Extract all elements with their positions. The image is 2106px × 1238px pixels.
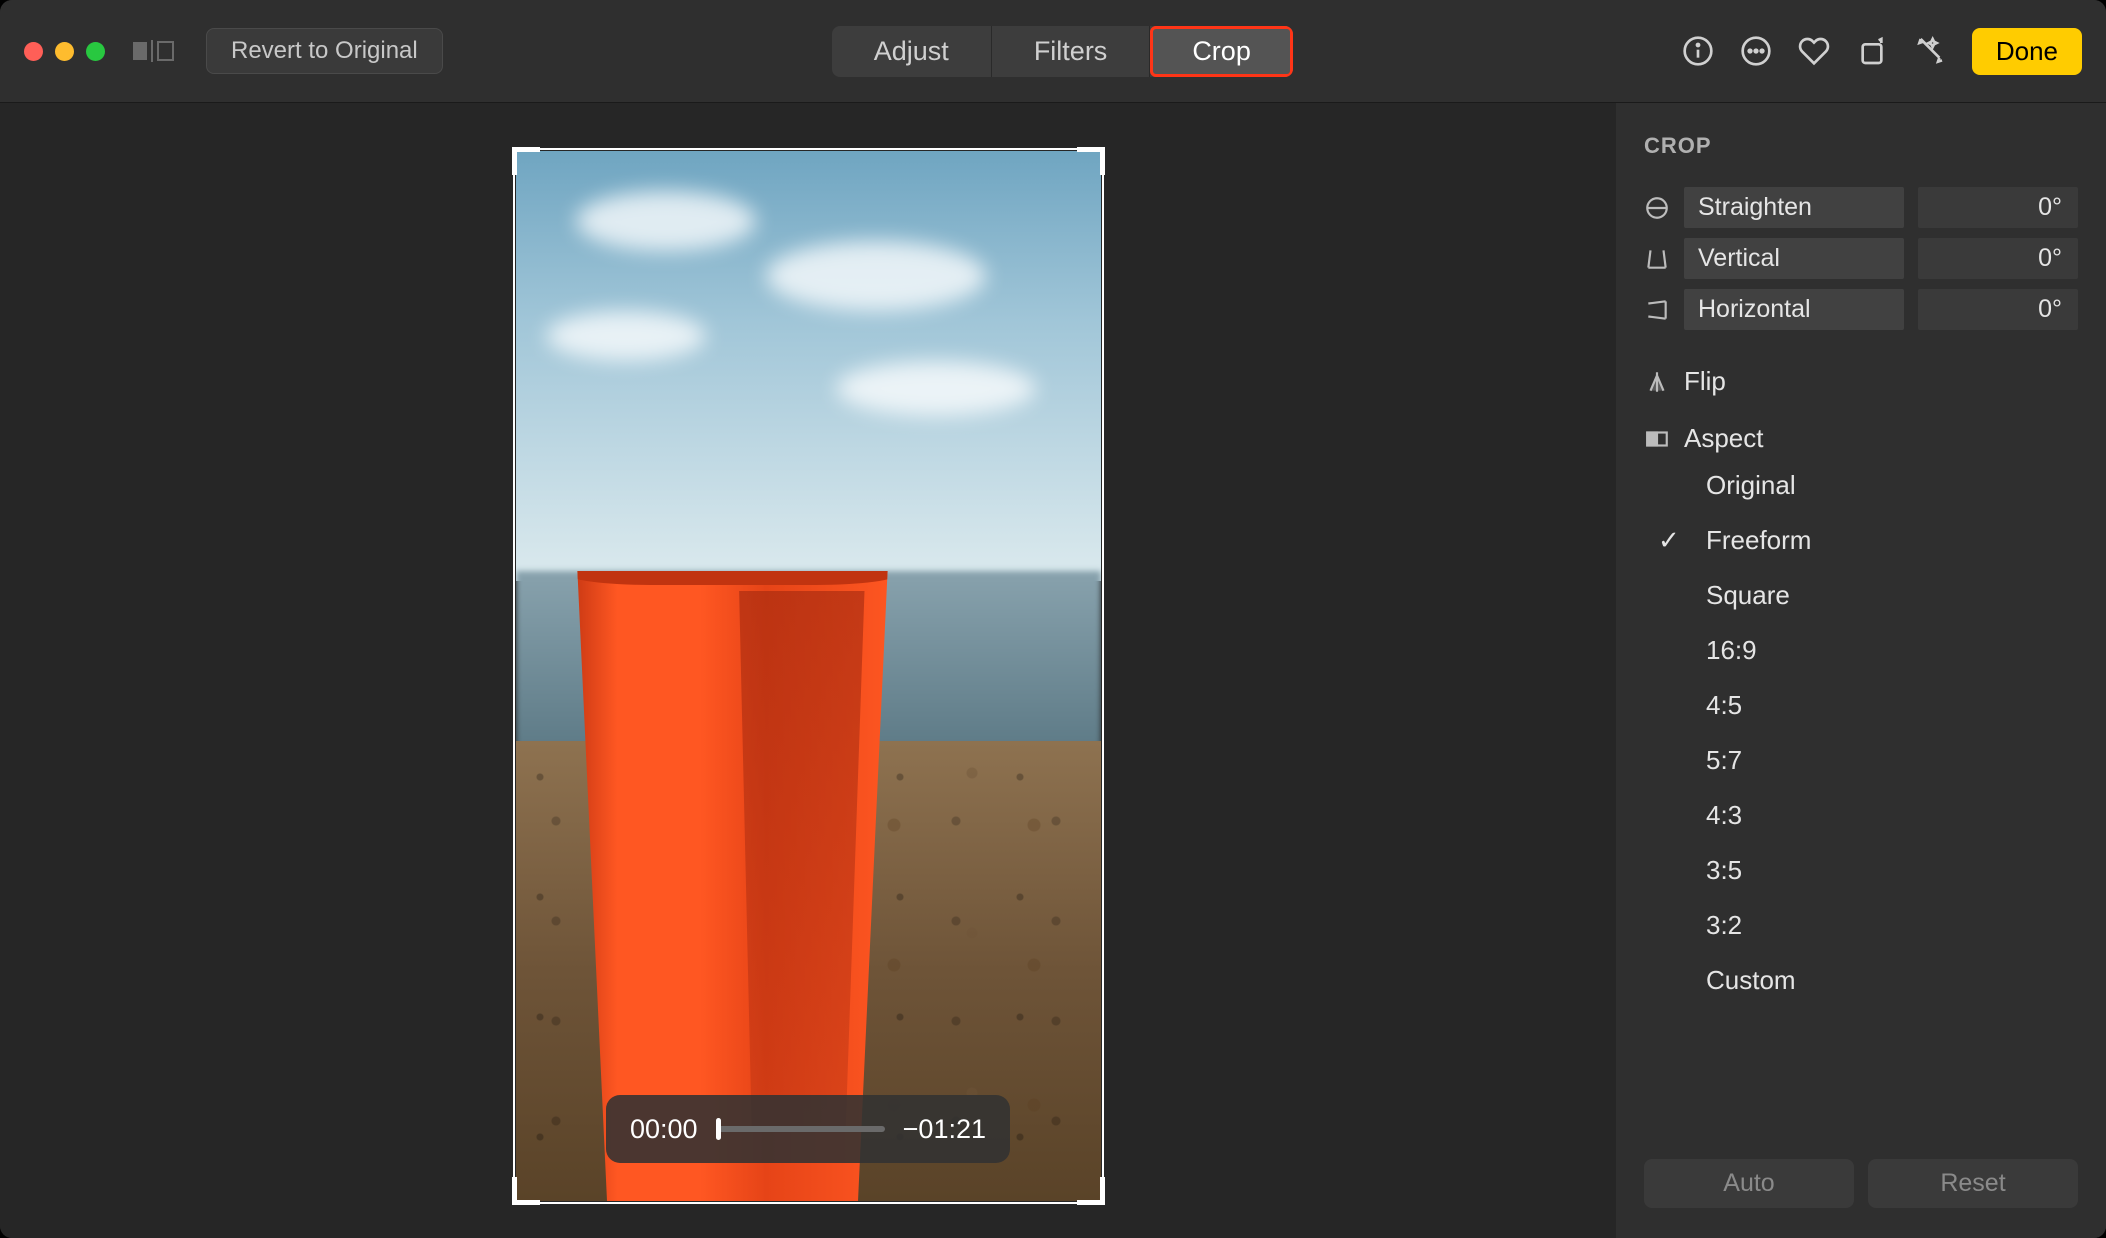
horizontal-value[interactable]: 0° xyxy=(1918,289,2078,330)
current-time-label: 00:00 xyxy=(630,1114,698,1145)
crop-handle-br[interactable] xyxy=(1077,1177,1105,1205)
aspect-16-9[interactable]: 16:9 xyxy=(1694,631,2078,670)
remaining-time-label: −01:21 xyxy=(903,1114,986,1145)
aspect-4-3[interactable]: 4:3 xyxy=(1694,796,2078,835)
horizontal-perspective-icon xyxy=(1644,297,1670,323)
vertical-label: Vertical xyxy=(1684,238,1904,279)
straighten-label: Straighten xyxy=(1684,187,1904,228)
flip-icon xyxy=(1644,369,1670,395)
auto-enhance-icon[interactable] xyxy=(1914,35,1946,67)
aspect-icon xyxy=(1644,426,1670,452)
editor-body: 00:00 −01:21 CROP Straighten 0° Vertical… xyxy=(0,103,2106,1238)
canvas-area: 00:00 −01:21 xyxy=(0,103,1616,1238)
horizontal-row[interactable]: Horizontal 0° xyxy=(1644,289,2078,330)
close-window-button[interactable] xyxy=(24,42,43,61)
straighten-value[interactable]: 0° xyxy=(1918,187,2078,228)
aspect-original[interactable]: Original xyxy=(1694,466,2078,505)
crop-sidebar: CROP Straighten 0° Vertical 0° Horizonta… xyxy=(1616,103,2106,1238)
straighten-row[interactable]: Straighten 0° xyxy=(1644,187,2078,228)
toolbar: Revert to Original Adjust Filters Crop xyxy=(0,0,2106,103)
aspect-label: Aspect xyxy=(1684,423,1764,454)
auto-crop-button[interactable]: Auto xyxy=(1644,1159,1854,1208)
vertical-row[interactable]: Vertical 0° xyxy=(1644,238,2078,279)
crop-handle-bl[interactable] xyxy=(512,1177,540,1205)
aspect-options: Original ✓Freeform Square 16:9 4:5 5:7 4… xyxy=(1644,466,2078,1000)
edit-mode-segmented: Adjust Filters Crop xyxy=(832,26,1293,77)
vertical-value[interactable]: 0° xyxy=(1918,238,2078,279)
video-timeline: 00:00 −01:21 xyxy=(606,1095,1010,1163)
aspect-3-2[interactable]: 3:2 xyxy=(1694,906,2078,945)
zoom-window-button[interactable] xyxy=(86,42,105,61)
aspect-freeform[interactable]: ✓Freeform xyxy=(1694,521,2078,560)
favorite-icon[interactable] xyxy=(1798,35,1830,67)
tab-crop[interactable]: Crop xyxy=(1150,26,1293,77)
timeline-track[interactable] xyxy=(716,1126,885,1132)
crop-handle-tr[interactable] xyxy=(1077,147,1105,175)
preview-image xyxy=(516,151,1101,1201)
crop-handle-tl[interactable] xyxy=(512,147,540,175)
aspect-square[interactable]: Square xyxy=(1694,576,2078,615)
flip-section[interactable]: Flip xyxy=(1644,366,2078,397)
info-icon[interactable] xyxy=(1682,35,1714,67)
window-controls xyxy=(24,42,105,61)
minimize-window-button[interactable] xyxy=(55,42,74,61)
toolbar-actions: Done xyxy=(1682,28,2082,75)
more-icon[interactable] xyxy=(1740,35,1772,67)
rotate-icon[interactable] xyxy=(1856,35,1888,67)
crop-viewport[interactable]: 00:00 −01:21 xyxy=(516,151,1101,1201)
crop-panel-title: CROP xyxy=(1644,133,2078,159)
horizontal-label: Horizontal xyxy=(1684,289,1904,330)
done-button[interactable]: Done xyxy=(1972,28,2082,75)
reset-crop-button[interactable]: Reset xyxy=(1868,1159,2078,1208)
crop-footer-buttons: Auto Reset xyxy=(1644,1159,2078,1208)
aspect-5-7[interactable]: 5:7 xyxy=(1694,741,2078,780)
aspect-freeform-label: Freeform xyxy=(1706,525,1811,556)
checkmark-icon: ✓ xyxy=(1658,525,1680,556)
compare-toggle[interactable] xyxy=(133,40,174,62)
timeline-thumb[interactable] xyxy=(716,1118,721,1140)
vertical-perspective-icon xyxy=(1644,246,1670,272)
aspect-section: Aspect xyxy=(1644,423,2078,454)
flip-label: Flip xyxy=(1684,366,1726,397)
aspect-custom[interactable]: Custom xyxy=(1694,961,2078,1000)
revert-to-original-button[interactable]: Revert to Original xyxy=(206,28,443,74)
app-window: Revert to Original Adjust Filters Crop xyxy=(0,0,2106,1238)
tab-adjust[interactable]: Adjust xyxy=(832,26,992,77)
aspect-3-5[interactable]: 3:5 xyxy=(1694,851,2078,890)
straighten-icon xyxy=(1644,195,1670,221)
aspect-4-5[interactable]: 4:5 xyxy=(1694,686,2078,725)
tab-filters[interactable]: Filters xyxy=(992,26,1151,77)
